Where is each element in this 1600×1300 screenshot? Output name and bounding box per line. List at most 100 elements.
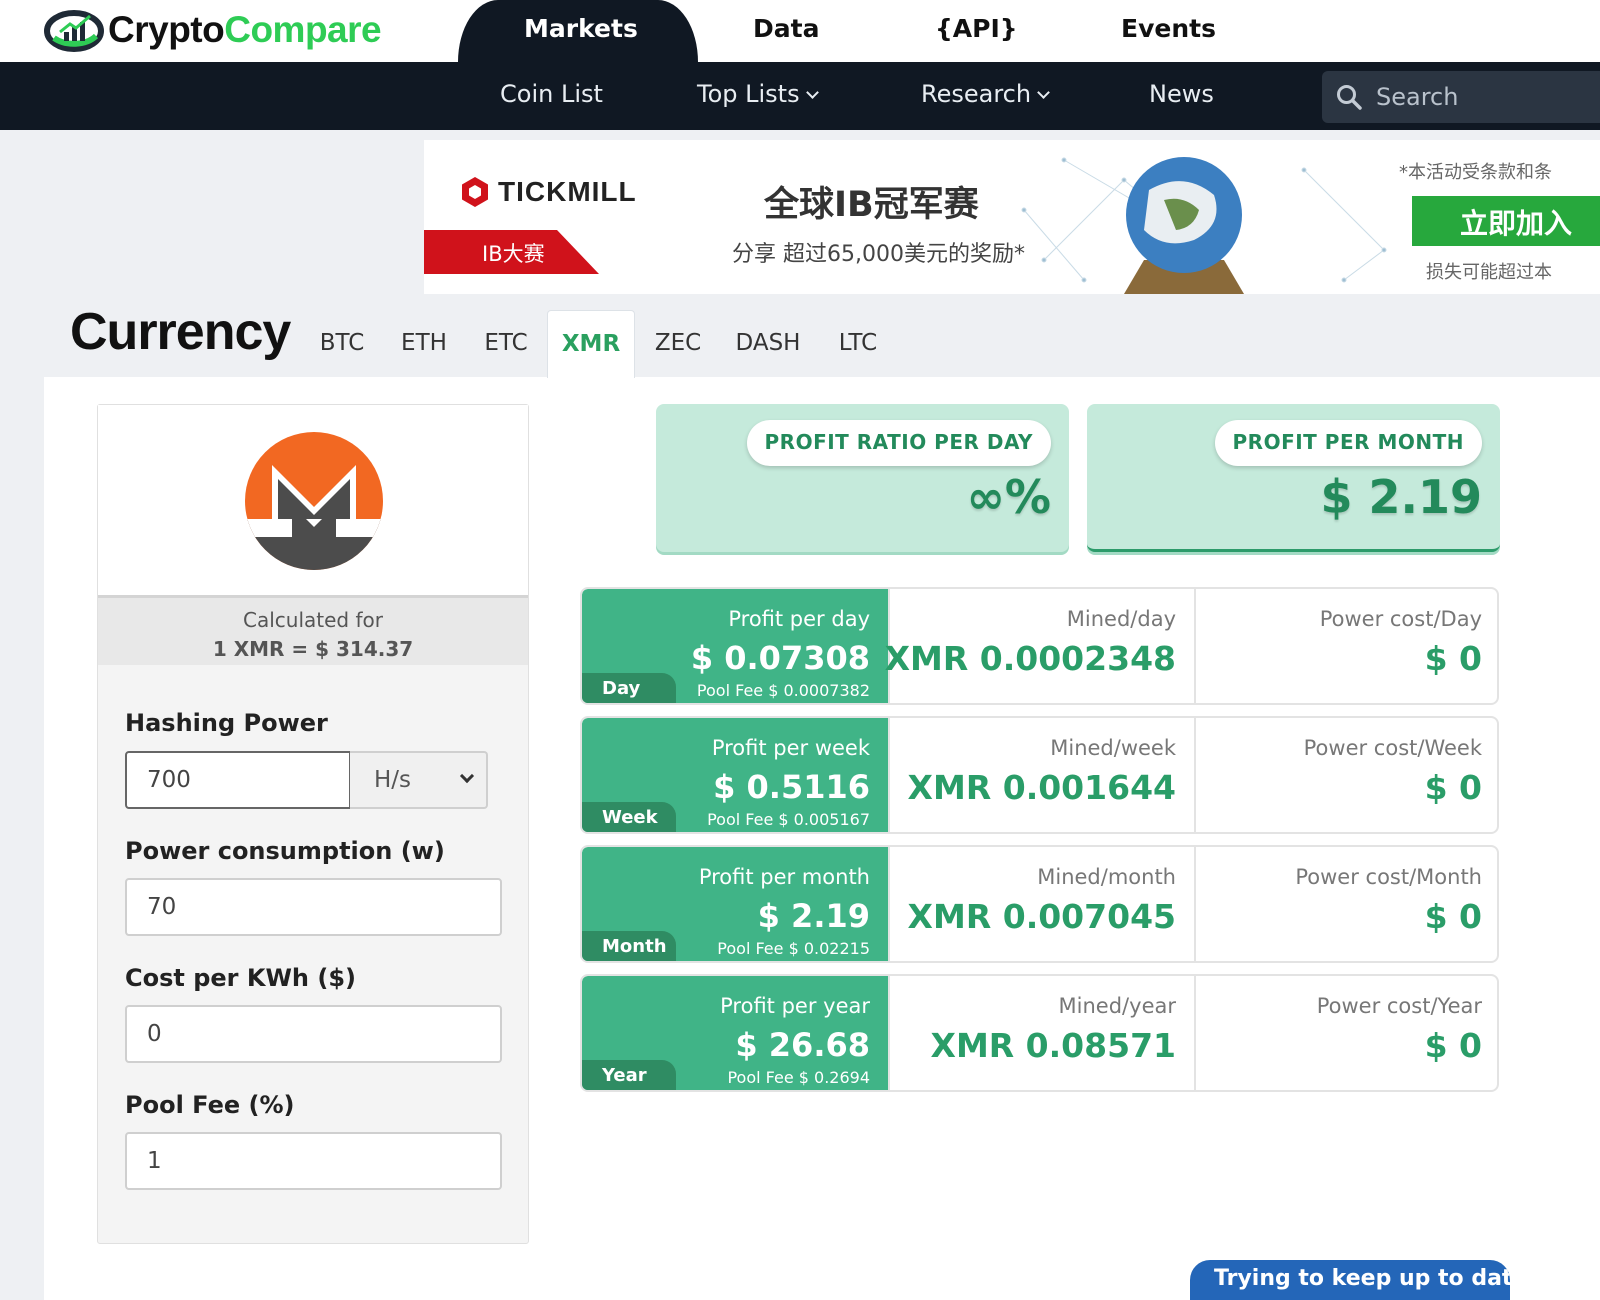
profit-month-card: PROFIT PER MONTH $ 2.19 — [1087, 404, 1500, 552]
power-cost-value: $ 0 — [1424, 768, 1482, 807]
hashing-unit-select[interactable]: H/s — [350, 751, 488, 809]
tab-data[interactable]: Data — [753, 14, 819, 43]
pool-fee-label: Pool Fee (%) — [125, 1091, 295, 1119]
nav-top-lists-label: Top Lists — [697, 80, 800, 108]
power-cost-value: $ 0 — [1424, 1026, 1482, 1065]
tab-events[interactable]: Events — [1121, 14, 1216, 43]
page-title: Currency — [70, 303, 291, 361]
coin-logo-area — [98, 405, 528, 595]
tab-etc[interactable]: ETC — [470, 310, 542, 378]
pool-fee-value: Pool Fee $ 0.2694 — [727, 1068, 870, 1087]
tab-eth[interactable]: ETH — [388, 310, 460, 378]
mined-value: XMR 0.001644 — [907, 768, 1176, 807]
tab-btc[interactable]: BTC — [306, 310, 378, 378]
tab-xmr[interactable]: XMR — [547, 310, 635, 378]
ad-title: 全球IB冠军赛 — [764, 185, 979, 225]
pool-fee-value: Pool Fee $ 0.0007382 — [696, 681, 870, 700]
nav-coin-list[interactable]: Coin List — [500, 80, 603, 108]
search-box[interactable] — [1322, 71, 1600, 123]
power-consumption-input[interactable] — [125, 878, 502, 936]
profit-label: Profit per year — [720, 994, 870, 1018]
mined-cell: Mined/week XMR 0.001644 — [888, 718, 1194, 832]
profit-value: $ 0.5116 — [713, 768, 870, 806]
newsletter-button[interactable]: Trying to keep up to date? — [1190, 1260, 1510, 1300]
calculated-for-label: Calculated for — [243, 608, 383, 632]
tab-api[interactable]: {API} — [935, 14, 1018, 43]
profit-label: Profit per day — [728, 607, 870, 631]
mined-label: Mined/week — [1050, 736, 1176, 760]
power-cost-cell: Power cost/Week $ 0 — [1194, 718, 1497, 832]
profit-value: $ 0.07308 — [690, 639, 870, 677]
profit-month-value: $ 2.19 — [1320, 470, 1482, 524]
stats-row-day: Profit per day $ 0.07308 Pool Fee $ 0.00… — [580, 587, 1499, 705]
tickmill-logo: TICKMILL — [460, 176, 637, 208]
power-cost-cell: Power cost/Day $ 0 — [1194, 589, 1497, 703]
cost-per-kwh-label: Cost per KWh ($) — [125, 964, 357, 992]
power-cost-cell: Power cost/Year $ 0 — [1194, 976, 1497, 1090]
mined-cell: Mined/year XMR 0.08571 — [888, 976, 1194, 1090]
profit-ratio-card: PROFIT RATIO PER DAY ∞% — [656, 404, 1069, 552]
hashing-unit-value: H/s — [374, 767, 412, 793]
search-icon — [1337, 85, 1362, 110]
power-cost-value: $ 0 — [1424, 639, 1482, 678]
profit-value: $ 26.68 — [735, 1026, 870, 1064]
stats-row-week: Profit per week $ 0.5116 Pool Fee $ 0.00… — [580, 716, 1499, 834]
tab-zec[interactable]: ZEC — [642, 310, 714, 378]
profit-month-label: PROFIT PER MONTH — [1214, 420, 1482, 466]
mined-label: Mined/month — [1037, 865, 1176, 889]
period-badge: Week — [582, 802, 676, 832]
period-badge: Month — [582, 931, 676, 961]
tickmill-brand: TICKMILL — [498, 176, 637, 207]
power-cost-value: $ 0 — [1424, 897, 1482, 936]
nav-news[interactable]: News — [1149, 80, 1214, 108]
power-consumption-label: Power consumption (w) — [125, 837, 445, 865]
chevron-down-icon — [459, 768, 475, 784]
pool-fee-value: Pool Fee $ 0.005167 — [707, 810, 870, 829]
chevron-down-icon — [805, 86, 819, 99]
globe-trophy-graphic — [1124, 157, 1244, 294]
pool-fee-input[interactable] — [125, 1132, 502, 1190]
profit-ratio-label: PROFIT RATIO PER DAY — [746, 420, 1051, 466]
tab-ltc[interactable]: LTC — [822, 310, 894, 378]
ad-join-button[interactable]: 立即加入 — [1412, 196, 1600, 246]
nav-research-label: Research — [921, 80, 1032, 108]
profit-label: Profit per month — [698, 865, 870, 889]
brand-part1: Crypto — [108, 9, 225, 50]
mined-value: XMR 0.0002348 — [884, 639, 1176, 678]
mined-value: XMR 0.08571 — [930, 1026, 1177, 1065]
hashing-power-label: Hashing Power — [125, 709, 328, 737]
power-cost-label: Power cost/Month — [1295, 865, 1482, 889]
ad-banner[interactable]: TICKMILL IB大赛 全球IB冠军赛 分享 超过65,000美元的奖励* … — [424, 140, 1600, 294]
ad-risk-note: 损失可能超过本 — [1426, 262, 1552, 283]
power-cost-label: Power cost/Day — [1319, 607, 1482, 631]
monero-icon — [245, 432, 383, 570]
profit-cell: Profit per day $ 0.07308 Pool Fee $ 0.00… — [582, 589, 888, 703]
profit-cell: Profit per month $ 2.19 Pool Fee $ 0.022… — [582, 847, 888, 961]
period-badge: Day — [582, 673, 676, 703]
profit-value: $ 2.19 — [757, 897, 870, 935]
ad-subtitle: 分享 超过65,000美元的奖励* — [732, 242, 1025, 267]
nav-top-lists[interactable]: Top Lists — [697, 80, 819, 108]
profit-cell: Profit per week $ 0.5116 Pool Fee $ 0.00… — [582, 718, 888, 832]
tab-dash[interactable]: DASH — [726, 310, 810, 378]
search-input[interactable] — [1376, 83, 1576, 111]
cryptocompare-logo[interactable]: CryptoCompare — [44, 6, 382, 54]
calculated-for-box: Calculated for 1 XMR = $ 314.37 — [98, 595, 528, 665]
xmr-rate: 1 XMR = $ 314.37 — [212, 637, 414, 661]
calculator-panel: Calculated for 1 XMR = $ 314.37 Hashing … — [97, 404, 529, 1244]
cost-per-kwh-input[interactable] — [125, 1005, 502, 1063]
pool-fee-value: Pool Fee $ 0.02215 — [717, 939, 870, 958]
brand-part2: Compare — [224, 9, 382, 50]
power-cost-cell: Power cost/Month $ 0 — [1194, 847, 1497, 961]
tab-markets[interactable]: Markets — [524, 14, 638, 43]
nav-research[interactable]: Research — [921, 80, 1050, 108]
chart-logo-icon — [44, 10, 104, 52]
hashing-power-input[interactable] — [125, 751, 351, 809]
mined-label: Mined/day — [1066, 607, 1176, 631]
period-badge: Year — [582, 1060, 676, 1090]
power-cost-label: Power cost/Week — [1303, 736, 1482, 760]
power-cost-label: Power cost/Year — [1316, 994, 1482, 1018]
chevron-down-icon — [1037, 86, 1050, 99]
top-navbar: CryptoCompare Markets Data {API} Events — [0, 0, 1600, 62]
profit-label: Profit per week — [711, 736, 870, 760]
